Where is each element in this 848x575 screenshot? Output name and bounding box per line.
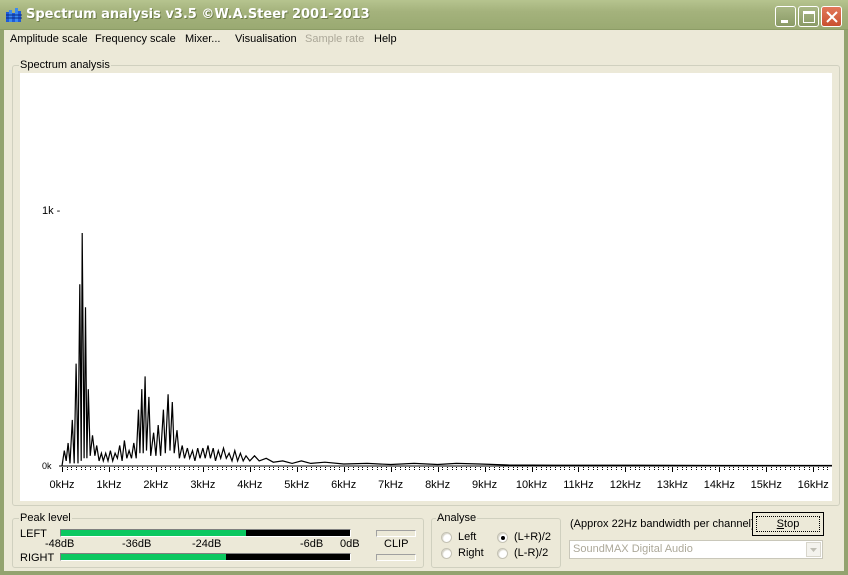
menu-bar: Amplitude scale Frequency scale Mixer...… xyxy=(4,30,844,49)
bandwidth-info: (Approx 22Hz bandwidth per channel) xyxy=(570,518,755,530)
x-tick-label: 16kHz xyxy=(798,479,829,491)
left-clip-indicator xyxy=(376,530,416,537)
analyse-group: Analyse xyxy=(431,512,561,568)
clip-label: CLIP xyxy=(384,538,409,550)
chevron-down-icon xyxy=(810,548,817,552)
minimize-button[interactable] xyxy=(775,6,796,27)
x-tick-label: 5kHz xyxy=(284,479,309,491)
x-tick-label: 14kHz xyxy=(704,479,735,491)
minimize-icon xyxy=(781,20,788,23)
db-label-48: -48dB xyxy=(45,538,75,550)
radio-sum-label[interactable]: (L+R)/2 xyxy=(514,531,551,543)
audio-device-value: SoundMAX Digital Audio xyxy=(573,543,693,555)
x-tick-label: 9kHz xyxy=(472,479,497,491)
x-tick-label: 13kHz xyxy=(657,479,688,491)
menu-mixer[interactable]: Mixer... xyxy=(185,33,220,45)
radio-difference[interactable] xyxy=(497,548,508,559)
x-tick-label: 8kHz xyxy=(425,479,450,491)
peak-level-label: Peak level xyxy=(19,512,72,524)
right-clip-indicator xyxy=(376,554,416,561)
window-title: Spectrum analysis v3.5 ©W.A.Steer 2001-2… xyxy=(26,7,370,22)
x-tick-label: 11kHz xyxy=(563,479,593,491)
x-tick-label: 12kHz xyxy=(610,479,641,491)
left-channel-label: LEFT xyxy=(20,528,47,540)
x-tick-label: 15kHz xyxy=(751,479,782,491)
radio-sum[interactable] xyxy=(497,532,508,543)
right-peak-meter xyxy=(60,553,351,561)
radio-left-label[interactable]: Left xyxy=(458,531,476,543)
db-label-24: -24dB xyxy=(192,538,222,550)
db-label-6: -6dB xyxy=(300,538,324,550)
spectrum-chart: 0kHz 1kHz 2kHz 3kHz 4kHz 5kHz 6kHz 7kHz 8kHz 9kHz… xyxy=(42,205,832,491)
x-tick-label: 2kHz xyxy=(143,479,168,491)
menu-frequency-scale[interactable]: Frequency scale xyxy=(95,33,176,45)
x-tick-label: 1kHz xyxy=(96,479,121,491)
right-peak-fill xyxy=(61,554,226,560)
y-tick-label-1k: 1k - xyxy=(42,205,61,217)
app-window: Spectrum analysis v3.5 ©W.A.Steer 2001-2… xyxy=(0,0,848,575)
spectrum-group-label: Spectrum analysis xyxy=(19,59,111,71)
x-tick-label: 10kHz xyxy=(516,479,547,491)
maximize-icon xyxy=(803,11,815,23)
radio-left[interactable] xyxy=(441,532,452,543)
radio-right-label[interactable]: Right xyxy=(458,547,484,559)
left-peak-meter xyxy=(60,529,351,537)
analyse-label: Analyse xyxy=(436,512,478,524)
db-label-0: 0dB xyxy=(340,538,360,550)
menu-amplitude-scale[interactable]: Amplitude scale xyxy=(10,33,88,45)
x-tick-label: 3kHz xyxy=(190,479,215,491)
x-tick-label: 6kHz xyxy=(331,479,356,491)
menu-visualisation[interactable]: Visualisation xyxy=(235,33,297,45)
radio-difference-label[interactable]: (L-R)/2 xyxy=(514,547,548,559)
x-tick-label: 0kHz xyxy=(49,479,74,491)
audio-device-select: SoundMAX Digital Audio xyxy=(569,540,823,559)
x-tick-label: 7kHz xyxy=(378,479,403,491)
left-peak-fill xyxy=(61,530,246,536)
spectrum-plot: 0kHz 1kHz 2kHz 3kHz 4kHz 5kHz 6kHz 7kHz 8kHz 9kHz… xyxy=(20,73,832,501)
close-icon xyxy=(826,11,838,23)
dropdown-arrow-button xyxy=(806,542,821,557)
stop-button-label: Stop xyxy=(756,516,820,532)
db-label-36: -36dB xyxy=(122,538,152,550)
right-channel-label: RIGHT xyxy=(20,552,55,564)
spectrum-bars-icon xyxy=(6,8,22,22)
stop-button[interactable]: Stop xyxy=(752,512,824,536)
title-bar[interactable]: Spectrum analysis v3.5 ©W.A.Steer 2001-2… xyxy=(0,0,848,30)
spectrum-line xyxy=(61,232,832,467)
menu-sample-rate: Sample rate xyxy=(305,33,365,45)
menu-help[interactable]: Help xyxy=(374,33,397,45)
x-tick-label: 4kHz xyxy=(237,479,262,491)
y-tick-label-0k: 0k xyxy=(42,461,52,471)
radio-right[interactable] xyxy=(441,548,452,559)
close-button[interactable] xyxy=(821,6,842,27)
maximize-button[interactable] xyxy=(798,6,819,27)
